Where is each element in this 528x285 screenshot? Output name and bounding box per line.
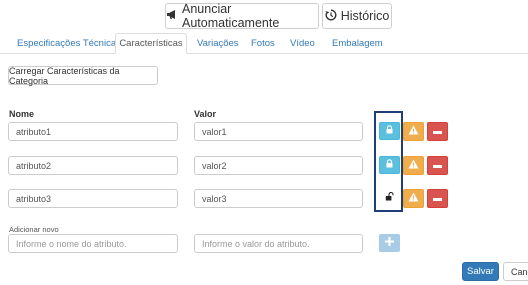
warning-icon xyxy=(408,125,419,138)
announce-label: Anunciar Automaticamente xyxy=(182,2,280,30)
megaphone-icon xyxy=(166,9,178,23)
tab-embalagem[interactable]: Embalagem xyxy=(332,33,383,54)
add-new-label: Adicionar novo xyxy=(9,225,59,234)
attribute-name-input[interactable]: atributo1 xyxy=(8,122,178,141)
new-attribute-value-input[interactable]: Informe o valor do atributo. xyxy=(194,234,363,253)
plus-icon xyxy=(385,237,394,249)
unlock-button[interactable] xyxy=(379,189,400,207)
lock-button[interactable] xyxy=(379,122,400,140)
warning-button[interactable] xyxy=(403,189,424,208)
tab-especificacoes[interactable]: Especificações Técnicas xyxy=(17,33,121,54)
attribute-value-input[interactable]: valor2 xyxy=(194,156,363,175)
minus-icon xyxy=(433,160,442,171)
lock-icon xyxy=(385,125,394,137)
attribute-value-input[interactable]: valor3 xyxy=(194,189,363,208)
announce-button[interactable]: Anunciar Automaticamente xyxy=(165,2,319,30)
remove-button[interactable] xyxy=(427,122,448,141)
value-column-label: Valor xyxy=(194,109,217,119)
new-attribute-name-input[interactable]: Informe o nome do atributo. xyxy=(8,234,178,253)
tab-variacoes[interactable]: Variações xyxy=(197,33,239,54)
tab-caracteristicas[interactable]: Características xyxy=(115,33,187,54)
add-attribute-button[interactable] xyxy=(379,234,400,252)
remove-button[interactable] xyxy=(427,156,448,175)
unlock-icon xyxy=(385,191,394,204)
lock-button[interactable] xyxy=(379,156,400,174)
name-column-label: Nome xyxy=(9,109,35,119)
attribute-name-input[interactable]: atributo2 xyxy=(8,156,178,175)
warning-button[interactable] xyxy=(403,122,424,141)
lock-icon xyxy=(385,159,394,171)
minus-icon xyxy=(433,193,442,204)
warning-icon xyxy=(408,192,419,205)
attribute-name-input[interactable]: atributo3 xyxy=(8,189,178,208)
cancel-button[interactable]: Canc xyxy=(503,262,528,281)
history-icon xyxy=(325,9,337,24)
warning-icon xyxy=(408,159,419,172)
warning-button[interactable] xyxy=(403,156,424,175)
tab-fotos[interactable]: Fotos xyxy=(251,33,275,54)
history-button[interactable]: Histórico xyxy=(322,3,392,29)
remove-button[interactable] xyxy=(427,189,448,208)
history-label: Histórico xyxy=(340,9,390,23)
load-category-characteristics-button[interactable]: Carregar Características da Categoria xyxy=(8,66,158,86)
save-button[interactable]: Salvar xyxy=(462,262,499,281)
minus-icon xyxy=(433,126,442,137)
tab-video[interactable]: Vídeo xyxy=(290,33,315,54)
attribute-value-input[interactable]: valor1 xyxy=(194,122,363,141)
